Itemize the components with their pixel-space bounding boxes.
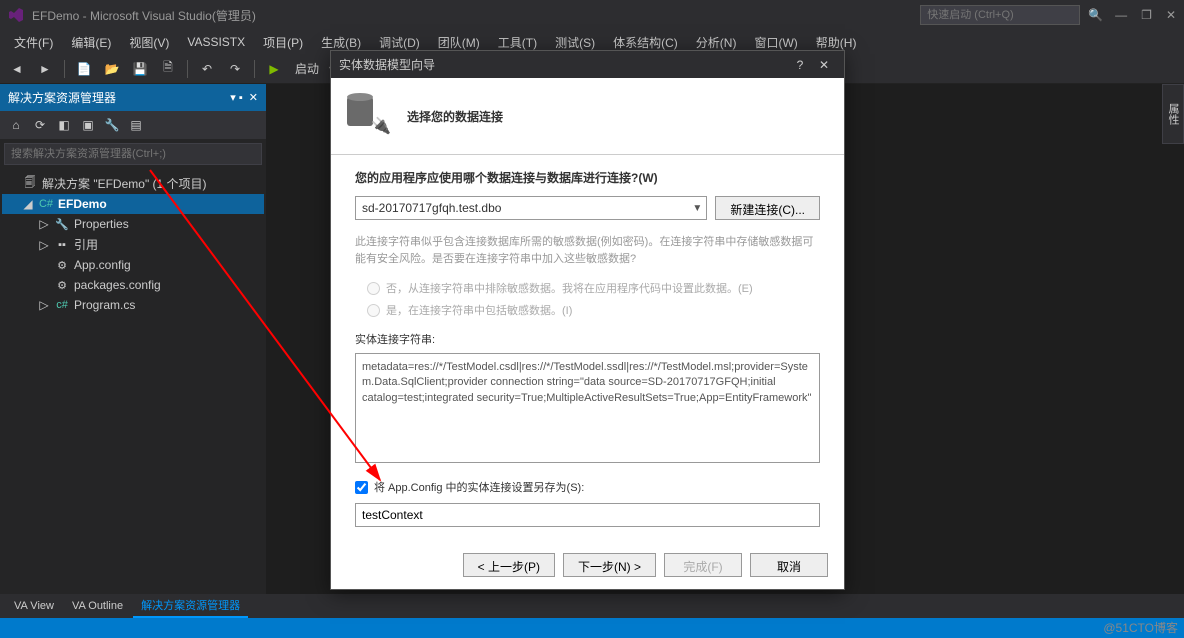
close-button[interactable]: ✕ bbox=[1166, 8, 1176, 22]
properties-icon[interactable]: 🔧 bbox=[102, 115, 122, 135]
tree-programcs[interactable]: ▷ c# Program.cs bbox=[2, 295, 264, 315]
csharp-project-icon: C# bbox=[38, 196, 54, 212]
save-to-appconfig-checkbox[interactable]: 将 App.Config 中的实体连接设置另存为(S): bbox=[355, 479, 820, 495]
menu-edit[interactable]: 编辑(E) bbox=[63, 31, 119, 54]
radio-yes-input bbox=[367, 304, 380, 317]
panel-close-icon[interactable]: ✕ bbox=[249, 91, 258, 104]
watermark: @51CTO博客 bbox=[1103, 619, 1178, 636]
connection-combo[interactable]: sd-20170717gfqh.test.dbo ▼ bbox=[355, 196, 707, 220]
chevron-down-icon: ▼ bbox=[692, 203, 702, 214]
show-all-icon[interactable]: ▣ bbox=[78, 115, 98, 135]
tree-appconfig[interactable]: ⚙ App.config bbox=[2, 255, 264, 275]
nav-fwd-icon[interactable]: ► bbox=[34, 58, 56, 80]
undo-icon[interactable]: ↶ bbox=[196, 58, 218, 80]
save-icon[interactable]: 💾 bbox=[129, 58, 151, 80]
entity-connection-label: 实体连接字符串: bbox=[355, 331, 820, 347]
search-icon[interactable]: 🔍 bbox=[1088, 8, 1103, 22]
dialog-title: 实体数据模型向导 bbox=[339, 56, 435, 73]
database-icon: 🔌 bbox=[347, 96, 391, 136]
menu-project[interactable]: 项目(P) bbox=[255, 31, 311, 54]
next-button[interactable]: 下一步(N) > bbox=[563, 553, 656, 577]
wrench-icon: 🔧 bbox=[54, 216, 70, 232]
dialog-close-button[interactable]: ✕ bbox=[812, 58, 836, 72]
expand-icon[interactable]: ▷ bbox=[38, 298, 50, 312]
tree-properties[interactable]: ▷ 🔧 Properties bbox=[2, 214, 264, 234]
sensitive-data-hint: 此连接字符串似乎包含连接数据库所需的敏感数据(例如密码)。在连接字符串中存储敏感… bbox=[355, 234, 820, 267]
prev-button[interactable]: < 上一步(P) bbox=[463, 553, 555, 577]
start-debug-icon[interactable]: ▶ bbox=[263, 58, 285, 80]
start-label[interactable]: 启动 bbox=[291, 60, 323, 77]
title-bar: EFDemo - Microsoft Visual Studio(管理员) 🔍 … bbox=[0, 0, 1184, 30]
open-icon[interactable]: 📂 bbox=[101, 58, 123, 80]
connection-string-textarea[interactable] bbox=[355, 353, 820, 463]
solution-explorer-toolbar: ⌂ ⟳ ◧ ▣ 🔧 ▤ bbox=[0, 111, 266, 139]
solution-icon: 🗐 bbox=[22, 176, 38, 192]
solution-explorer-title: 解决方案资源管理器 bbox=[8, 89, 116, 106]
bottom-tabs: VA View VA Outline 解决方案资源管理器 bbox=[0, 594, 266, 618]
cancel-button[interactable]: 取消 bbox=[750, 553, 828, 577]
references-icon: ▪▪ bbox=[54, 237, 70, 253]
maximize-button[interactable]: ❐ bbox=[1141, 8, 1152, 22]
redo-icon[interactable]: ↷ bbox=[224, 58, 246, 80]
expand-icon[interactable]: ▷ bbox=[38, 238, 50, 252]
expand-icon[interactable]: ▷ bbox=[38, 217, 50, 231]
quick-launch-input[interactable] bbox=[920, 5, 1080, 25]
menu-file[interactable]: 文件(F) bbox=[6, 31, 61, 54]
tab-solution-explorer[interactable]: 解决方案资源管理器 bbox=[133, 594, 248, 618]
dialog-footer: < 上一步(P) 下一步(N) > 完成(F) 取消 bbox=[331, 541, 844, 589]
vs-logo-icon bbox=[8, 7, 24, 23]
solution-explorer: 解决方案资源管理器 ▾ ▪ ✕ ⌂ ⟳ ◧ ▣ 🔧 ▤ 🗐 解决方案 "EFDe… bbox=[0, 84, 266, 594]
home-icon[interactable]: ⌂ bbox=[6, 115, 26, 135]
dialog-titlebar: 实体数据模型向导 ? ✕ bbox=[331, 51, 844, 78]
nav-back-icon[interactable]: ◄ bbox=[6, 58, 28, 80]
menu-vassistx[interactable]: VASSISTX bbox=[179, 32, 253, 52]
solution-explorer-header: 解决方案资源管理器 ▾ ▪ ✕ bbox=[0, 84, 266, 111]
refresh-icon[interactable]: ⟳ bbox=[30, 115, 50, 135]
csharp-file-icon: c# bbox=[54, 297, 70, 313]
connection-question: 您的应用程序应使用哪个数据连接与数据库进行连接?(W) bbox=[355, 169, 820, 186]
tab-vaoutline[interactable]: VA Outline bbox=[64, 597, 131, 615]
pin-icon[interactable]: ▾ ▪ bbox=[230, 91, 242, 104]
finish-button: 完成(F) bbox=[664, 553, 742, 577]
context-name-input[interactable] bbox=[355, 503, 820, 527]
dialog-subtitle: 选择您的数据连接 bbox=[407, 108, 503, 125]
save-all-icon[interactable]: 🗎 bbox=[157, 58, 179, 80]
entity-data-model-wizard: 实体数据模型向导 ? ✕ 🔌 选择您的数据连接 您的应用程序应使用哪个数据连接与… bbox=[330, 50, 845, 590]
solution-tree: 🗐 解决方案 "EFDemo" (1 个项目) ◢ C# EFDemo ▷ 🔧 … bbox=[0, 169, 266, 594]
save-checkbox-input[interactable] bbox=[355, 481, 368, 494]
radio-no-input bbox=[367, 282, 380, 295]
tree-project[interactable]: ◢ C# EFDemo bbox=[2, 194, 264, 214]
menu-view[interactable]: 视图(V) bbox=[121, 31, 177, 54]
solution-search-input[interactable] bbox=[4, 143, 262, 165]
radio-include-sensitive: 是，在连接字符串中包括敏感数据。(I) bbox=[367, 302, 808, 318]
tree-solution-root[interactable]: 🗐 解决方案 "EFDemo" (1 个项目) bbox=[2, 173, 264, 194]
expand-icon[interactable]: ◢ bbox=[22, 197, 34, 211]
dialog-help-button[interactable]: ? bbox=[788, 58, 812, 72]
config-icon: ⚙ bbox=[54, 257, 70, 273]
status-bar bbox=[0, 618, 1184, 638]
collapse-icon[interactable]: ◧ bbox=[54, 115, 74, 135]
minimize-button[interactable]: — bbox=[1115, 8, 1127, 22]
dialog-header: 🔌 选择您的数据连接 bbox=[331, 78, 844, 155]
preview-icon[interactable]: ▤ bbox=[126, 115, 146, 135]
properties-rail[interactable]: 属性 bbox=[1162, 84, 1184, 144]
config-icon: ⚙ bbox=[54, 277, 70, 293]
window-title: EFDemo - Microsoft Visual Studio(管理员) bbox=[32, 7, 920, 24]
radio-exclude-sensitive: 否，从连接字符串中排除敏感数据。我将在应用程序代码中设置此数据。(E) bbox=[367, 280, 808, 296]
new-connection-button[interactable]: 新建连接(C)... bbox=[715, 196, 820, 220]
tree-references[interactable]: ▷ ▪▪ 引用 bbox=[2, 234, 264, 255]
tab-vaview[interactable]: VA View bbox=[6, 597, 62, 615]
tree-packagesconfig[interactable]: ⚙ packages.config bbox=[2, 275, 264, 295]
new-project-icon[interactable]: 📄 bbox=[73, 58, 95, 80]
